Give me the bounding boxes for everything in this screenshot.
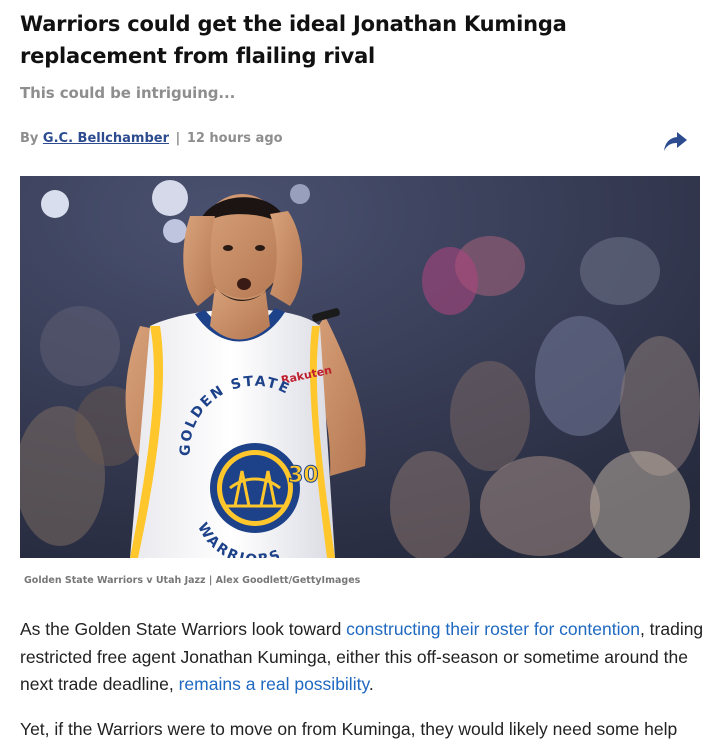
byline-separator: | [175, 131, 181, 146]
image-caption: Golden State Warriors v Utah Jazz | Alex… [24, 575, 361, 586]
author-link[interactable]: G.C. Bellchamber [43, 131, 169, 146]
inline-link-possibility[interactable]: remains a real possibility [179, 674, 369, 694]
article-headline: Warriors could get the ideal Jonathan Ku… [20, 12, 567, 68]
hero-image: Rakuten GOLDEN STATE 30 WARRIORS [20, 176, 700, 558]
byline-prefix: By [20, 131, 39, 146]
byline: By G.C. Bellchamber | 12 hours ago [20, 131, 283, 146]
share-button[interactable] [660, 126, 690, 156]
paragraph-text: As the Golden State Warriors look toward [20, 619, 347, 639]
share-arrow-icon [664, 132, 687, 151]
inline-link-roster[interactable]: constructing their roster for contention [346, 619, 640, 639]
paragraph-text: . [368, 674, 374, 694]
jersey-number: 30 [288, 463, 319, 488]
paragraph-text: Yet, if the Warriors were to move on fro… [20, 719, 678, 739]
article-subheadline: This could be intriguing... [20, 84, 236, 102]
paragraph: Yet, if the Warriors were to move on fro… [20, 716, 710, 743]
paragraph: As the Golden State Warriors look toward… [20, 616, 710, 699]
timestamp: 12 hours ago [186, 131, 283, 146]
